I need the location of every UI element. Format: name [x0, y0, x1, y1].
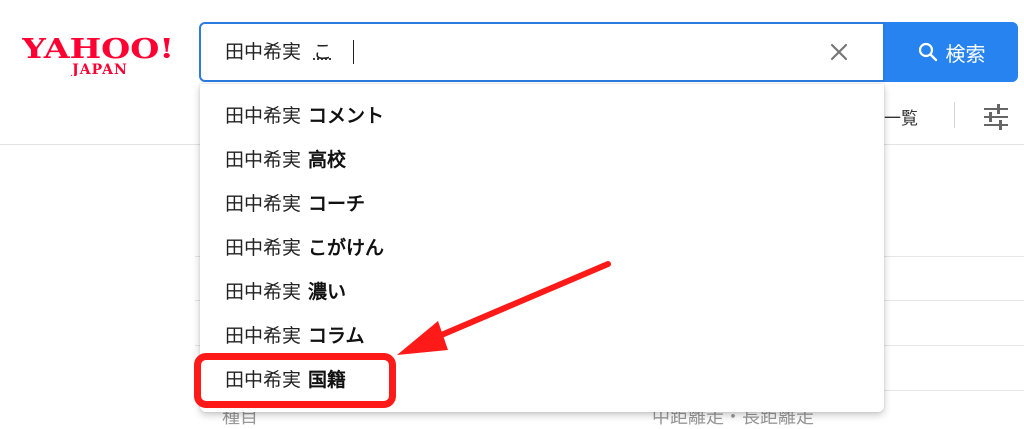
annotation-arrow [397, 261, 611, 355]
